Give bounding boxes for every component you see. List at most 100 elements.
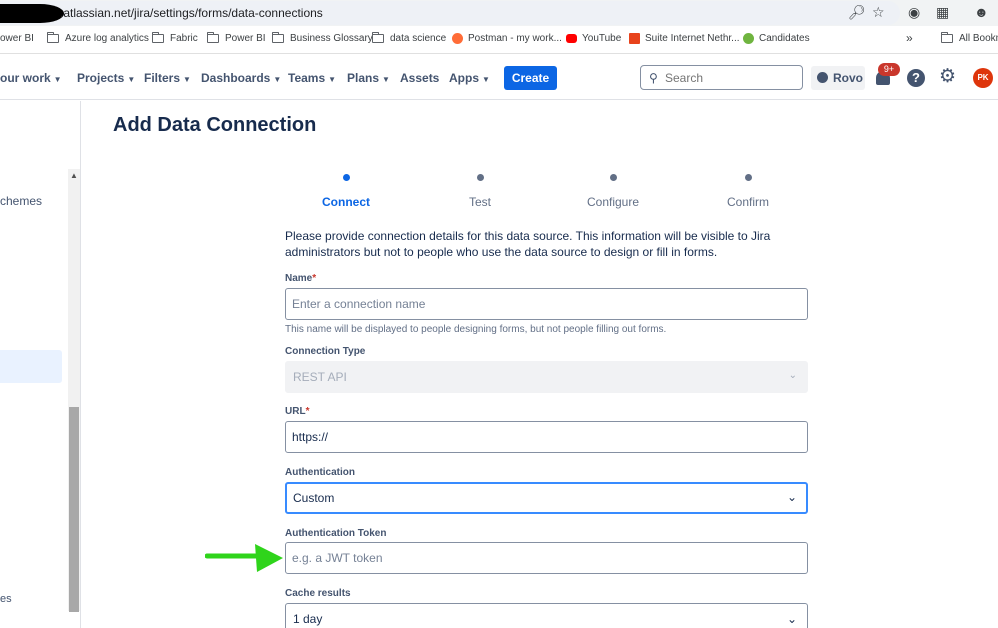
- step-connect: Connect: [286, 170, 406, 209]
- sidebar-item-selected[interactable]: [0, 350, 62, 383]
- redacted-hostname: [0, 4, 64, 23]
- connection-type-value: REST API: [293, 370, 347, 384]
- bookmark-business-glossary[interactable]: Business Glossary: [272, 32, 373, 44]
- sidebar-item-schemes[interactable]: chemes: [0, 194, 42, 208]
- authentication-label: Authentication: [285, 467, 355, 478]
- authentication-value: Custom: [293, 491, 335, 505]
- chevron-down-icon: ▼: [382, 75, 390, 84]
- suite-icon: [629, 33, 640, 44]
- bookmarks-overflow-button[interactable]: »: [906, 31, 913, 45]
- url-field-input[interactable]: [285, 421, 808, 453]
- create-button[interactable]: Create: [504, 66, 557, 90]
- search-box[interactable]: ⚲: [640, 65, 803, 90]
- url-text: .atlassian.net/jira/settings/forms/data-…: [60, 6, 323, 20]
- cache-results-label: Cache results: [285, 588, 351, 599]
- folder-icon: [372, 32, 384, 43]
- bookmark-data-science[interactable]: data science: [372, 32, 446, 44]
- step-confirm: Confirm: [688, 170, 808, 209]
- nav-teams[interactable]: Teams ▼: [288, 71, 336, 85]
- bookmark-candidates[interactable]: Candidates: [743, 33, 810, 44]
- nav-your-work[interactable]: our work ▼: [0, 71, 62, 85]
- nav-plans[interactable]: Plans ▼: [347, 71, 390, 85]
- cache-results-value: 1 day: [293, 612, 323, 626]
- step-indicator-dot: [476, 174, 484, 181]
- rovo-icon: [817, 72, 828, 83]
- scroll-up-arrow-icon[interactable]: ▲: [70, 171, 78, 180]
- notification-badge: 9+: [878, 63, 900, 76]
- chevron-down-icon: ▼: [482, 75, 490, 84]
- name-field[interactable]: [285, 288, 808, 320]
- search-icon: ⚲: [649, 71, 658, 85]
- auth-token-label: Authentication Token: [285, 528, 387, 539]
- folder-icon: [941, 32, 953, 43]
- nav-filters[interactable]: Filters ▼: [144, 71, 191, 85]
- puzzle-extensions-icon[interactable]: ▦: [936, 4, 949, 20]
- nav-apps[interactable]: Apps ▼: [449, 71, 490, 85]
- auth-token-input[interactable]: [286, 543, 807, 573]
- bookmark-youtube[interactable]: YouTube: [566, 33, 621, 44]
- folder-icon: [272, 32, 284, 43]
- step-indicator-dot: [744, 174, 752, 181]
- name-label: Name*: [285, 273, 317, 284]
- step-indicator-dot: [609, 174, 617, 181]
- chevron-down-icon: ⌄: [786, 490, 797, 504]
- authentication-select[interactable]: Custom ⌄: [285, 482, 808, 514]
- youtube-icon: [566, 34, 577, 43]
- settings-gear-icon[interactable]: ⚙: [939, 66, 956, 88]
- bookmark-fabric[interactable]: Fabric: [152, 32, 198, 44]
- name-help-text: This name will be displayed to people de…: [285, 324, 667, 335]
- extension-icon[interactable]: ◉: [908, 4, 920, 20]
- postman-icon: [452, 33, 463, 44]
- chevron-down-icon: ⌄: [786, 612, 797, 626]
- bookmark-postman[interactable]: Postman - my work...: [452, 33, 562, 44]
- url-label: URL*: [285, 406, 310, 417]
- name-input[interactable]: [286, 289, 807, 319]
- chevron-down-icon: ⌄: [788, 370, 797, 381]
- bookmarks-bar: ower BI Azure log analytics Fabric Power…: [0, 26, 998, 54]
- nav-dashboards[interactable]: Dashboards ▼: [201, 71, 281, 85]
- bookmark-all-bookmarks[interactable]: All Bookm: [941, 32, 998, 44]
- connection-type-label: Connection Type: [285, 346, 366, 357]
- step-label: Test: [468, 195, 491, 209]
- folder-icon: [207, 32, 219, 43]
- folder-icon: [152, 32, 164, 43]
- step-test: Test: [420, 170, 540, 209]
- search-input[interactable]: [665, 69, 795, 86]
- sidebar-scroll-thumb[interactable]: [69, 407, 79, 612]
- url-field[interactable]: .atlassian.net/jira/settings/forms/data-…: [0, 1, 900, 25]
- annotation-arrow-icon: [205, 544, 283, 572]
- step-label: Configure: [586, 195, 640, 209]
- auth-token-field[interactable]: [285, 542, 808, 574]
- connection-type-select: REST API ⌄: [285, 361, 808, 393]
- candidates-icon: [743, 33, 754, 44]
- nav-assets[interactable]: Assets: [400, 71, 439, 85]
- page-title: Add Data Connection: [113, 114, 317, 136]
- sidebar: chemes es ▲: [0, 101, 81, 628]
- avatar[interactable]: PK: [973, 68, 993, 88]
- profile-icon[interactable]: ☻: [974, 4, 989, 20]
- bookmark-star-icon[interactable]: ☆: [872, 4, 885, 20]
- rovo-button[interactable]: Rovo: [811, 66, 865, 90]
- folder-icon: [47, 32, 59, 43]
- sidebar-item-bottom[interactable]: es: [0, 593, 12, 605]
- cache-results-select[interactable]: 1 day ⌄: [285, 603, 808, 628]
- intro-text: Please provide connection details for th…: [285, 229, 771, 259]
- step-configure: Configure: [553, 170, 673, 209]
- chevron-down-icon: ▼: [273, 75, 282, 84]
- nav-projects[interactable]: Projects ▼: [77, 71, 135, 85]
- url-input[interactable]: [286, 422, 807, 452]
- chevron-down-icon: ▼: [127, 75, 136, 84]
- chevron-down-icon: ▼: [328, 75, 337, 84]
- browser-address-bar: .atlassian.net/jira/settings/forms/data-…: [0, 0, 998, 26]
- step-label: Connect: [322, 195, 370, 209]
- zoom-icon[interactable]: 🔎︎: [848, 4, 866, 20]
- chevron-down-icon: ▼: [53, 75, 62, 84]
- bookmark-azure-log-analytics[interactable]: Azure log analytics: [47, 32, 149, 44]
- bookmark-power-bi-2[interactable]: Power BI: [207, 32, 266, 44]
- chevron-down-icon: ▼: [183, 75, 191, 84]
- help-icon[interactable]: ?: [907, 69, 925, 87]
- step-indicator-dot: [342, 174, 350, 181]
- bookmark-power-bi[interactable]: ower BI: [0, 33, 34, 44]
- bookmark-suite-internet[interactable]: Suite Internet Nethr...: [629, 33, 740, 44]
- step-label: Confirm: [726, 195, 769, 209]
